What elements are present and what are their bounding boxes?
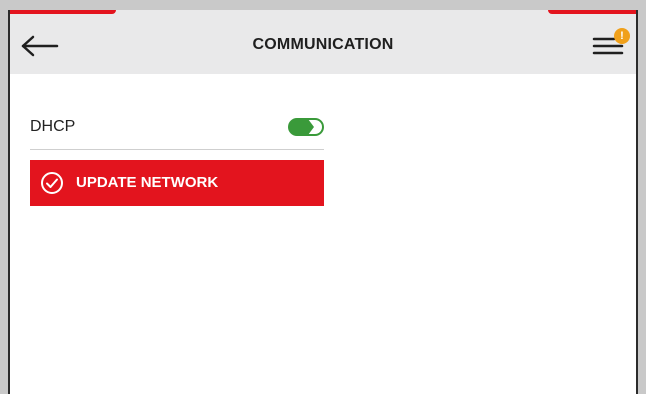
check-circle-icon: [41, 172, 63, 194]
communication-screen: COMMUNICATION ! DHCP UPDATE NETWORK: [8, 10, 638, 394]
header-accent-left: [10, 10, 116, 14]
dhcp-toggle[interactable]: [288, 118, 324, 136]
toggle-on-icon: [288, 118, 324, 136]
dhcp-row: DHCP: [30, 114, 324, 150]
update-network-label: UPDATE NETWORK: [76, 174, 219, 191]
update-network-button[interactable]: UPDATE NETWORK: [30, 160, 324, 206]
page-title: COMMUNICATION: [252, 36, 394, 53]
menu-button[interactable]: !: [592, 28, 630, 62]
notification-badge: !: [614, 28, 630, 44]
header-accent-right: [548, 10, 636, 14]
settings-content: DHCP UPDATE NETWORK: [10, 74, 636, 394]
header-bar: COMMUNICATION !: [10, 10, 636, 74]
dhcp-label: DHCP: [30, 118, 76, 135]
